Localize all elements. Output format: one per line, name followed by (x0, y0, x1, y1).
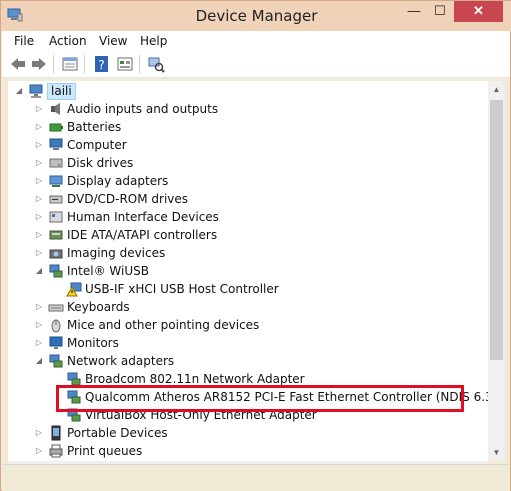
speaker-icon (51, 103, 60, 115)
menu-action[interactable]: Action (45, 31, 91, 51)
tree-item-label: Imaging devices (67, 246, 166, 260)
tree-item-label: Human Interface Devices (67, 210, 219, 224)
close-button[interactable]: ✕ (454, 1, 503, 22)
expand-arrow-icon[interactable]: ▷ (34, 154, 44, 172)
scroll-up-arrow-icon[interactable]: ▲ (488, 81, 505, 98)
tree-item-label: USB-IF xHCI USB Host Controller (85, 282, 279, 296)
menu-bar: File Action View Help (2, 31, 510, 51)
expand-arrow-icon[interactable]: ▷ (34, 172, 44, 190)
mouse-icon (51, 319, 61, 333)
tree-item-label: Mice and other pointing devices (67, 318, 260, 332)
minimize-button[interactable]: — (401, 1, 427, 22)
expand-arrow-icon[interactable]: ▷ (34, 100, 44, 118)
expand-arrow-icon[interactable]: ▷ (34, 226, 44, 244)
tree-item-label: IDE ATA/ATAPI controllers (67, 228, 218, 242)
highlight-annotation (56, 385, 464, 412)
dvd-icon (49, 195, 63, 204)
collapse-arrow-icon[interactable]: ◢ (34, 352, 44, 370)
menu-file[interactable]: File (10, 31, 38, 51)
status-bar (2, 464, 510, 491)
tree-item-label: DVD/CD-ROM drives (67, 192, 189, 206)
menu-view[interactable]: View (95, 31, 131, 51)
tree-item-label: Display adapters (67, 174, 169, 188)
scrollbar-thumb[interactable] (490, 100, 503, 360)
printer-icon (49, 444, 63, 458)
tree-item-label: Disk drives (67, 156, 134, 170)
toolbar-separator (53, 55, 54, 73)
expand-arrow-icon[interactable]: ▷ (34, 298, 44, 316)
tree-item-label: Network adapters (67, 354, 175, 368)
maximize-button[interactable]: ☐ (427, 1, 453, 22)
tree-item-label: Audio inputs and outputs (67, 102, 219, 116)
collapse-arrow-icon[interactable]: ◢ (14, 82, 24, 100)
help-icon[interactable]: ? (93, 55, 111, 73)
battery-icon (49, 123, 63, 132)
expand-arrow-icon[interactable]: ▷ (34, 118, 44, 136)
expand-arrow-icon[interactable]: ▷ (34, 424, 44, 442)
show-hidden-icon[interactable] (116, 55, 134, 73)
computer-icon (29, 84, 43, 98)
keyboard-icon (48, 304, 64, 312)
tree-item-label: Intel® WiUSB (67, 264, 149, 278)
display-icon (49, 175, 63, 187)
collapse-arrow-icon[interactable]: ◢ (34, 262, 44, 280)
tree-item-label: Computer (67, 138, 127, 152)
vertical-scrollbar[interactable]: ▲ ▼ (488, 81, 505, 461)
warning-device-icon (66, 282, 82, 297)
scan-hardware-icon[interactable] (147, 55, 165, 73)
network-icon (49, 264, 63, 278)
expand-arrow-icon[interactable]: ▷ (34, 334, 44, 352)
expand-arrow-icon[interactable]: ▷ (34, 136, 44, 154)
device-manager-window: Device Manager — ☐ ✕ File Action View He… (0, 0, 511, 491)
disk-icon (49, 158, 63, 168)
expand-arrow-icon[interactable]: ▷ (34, 190, 44, 208)
expand-arrow-icon[interactable]: ▷ (34, 244, 44, 262)
properties-icon[interactable] (61, 55, 79, 73)
svg-text:?: ? (98, 58, 104, 72)
expand-arrow-icon[interactable]: ▷ (34, 316, 44, 334)
menu-help[interactable]: Help (136, 31, 171, 51)
network-icon (49, 354, 63, 368)
camera-icon (49, 249, 63, 259)
tree-root-label: laili (47, 83, 76, 100)
toolbar-separator (139, 55, 140, 73)
tree-item-label: Print queues (67, 444, 143, 458)
tree-item-label: Keyboards (67, 300, 130, 314)
tree-item-label: Batteries (67, 120, 122, 134)
toolbar: ? (2, 51, 510, 78)
tree-item-label: Portable Devices (67, 426, 168, 440)
scroll-down-arrow-icon[interactable]: ▼ (488, 444, 505, 461)
computer-icon (49, 138, 63, 150)
title-bar[interactable]: Device Manager — ☐ ✕ (1, 1, 511, 31)
ide-icon (49, 230, 63, 240)
forward-arrow-icon[interactable] (30, 55, 48, 73)
tree-item-label: Monitors (67, 336, 119, 350)
toolbar-separator (84, 55, 85, 73)
portable-icon (51, 425, 61, 441)
expand-arrow-icon[interactable]: ▷ (34, 442, 44, 460)
hid-icon (49, 211, 63, 223)
monitor-icon (49, 336, 63, 349)
expand-arrow-icon[interactable]: ▷ (34, 208, 44, 226)
back-arrow-icon[interactable] (9, 55, 27, 73)
